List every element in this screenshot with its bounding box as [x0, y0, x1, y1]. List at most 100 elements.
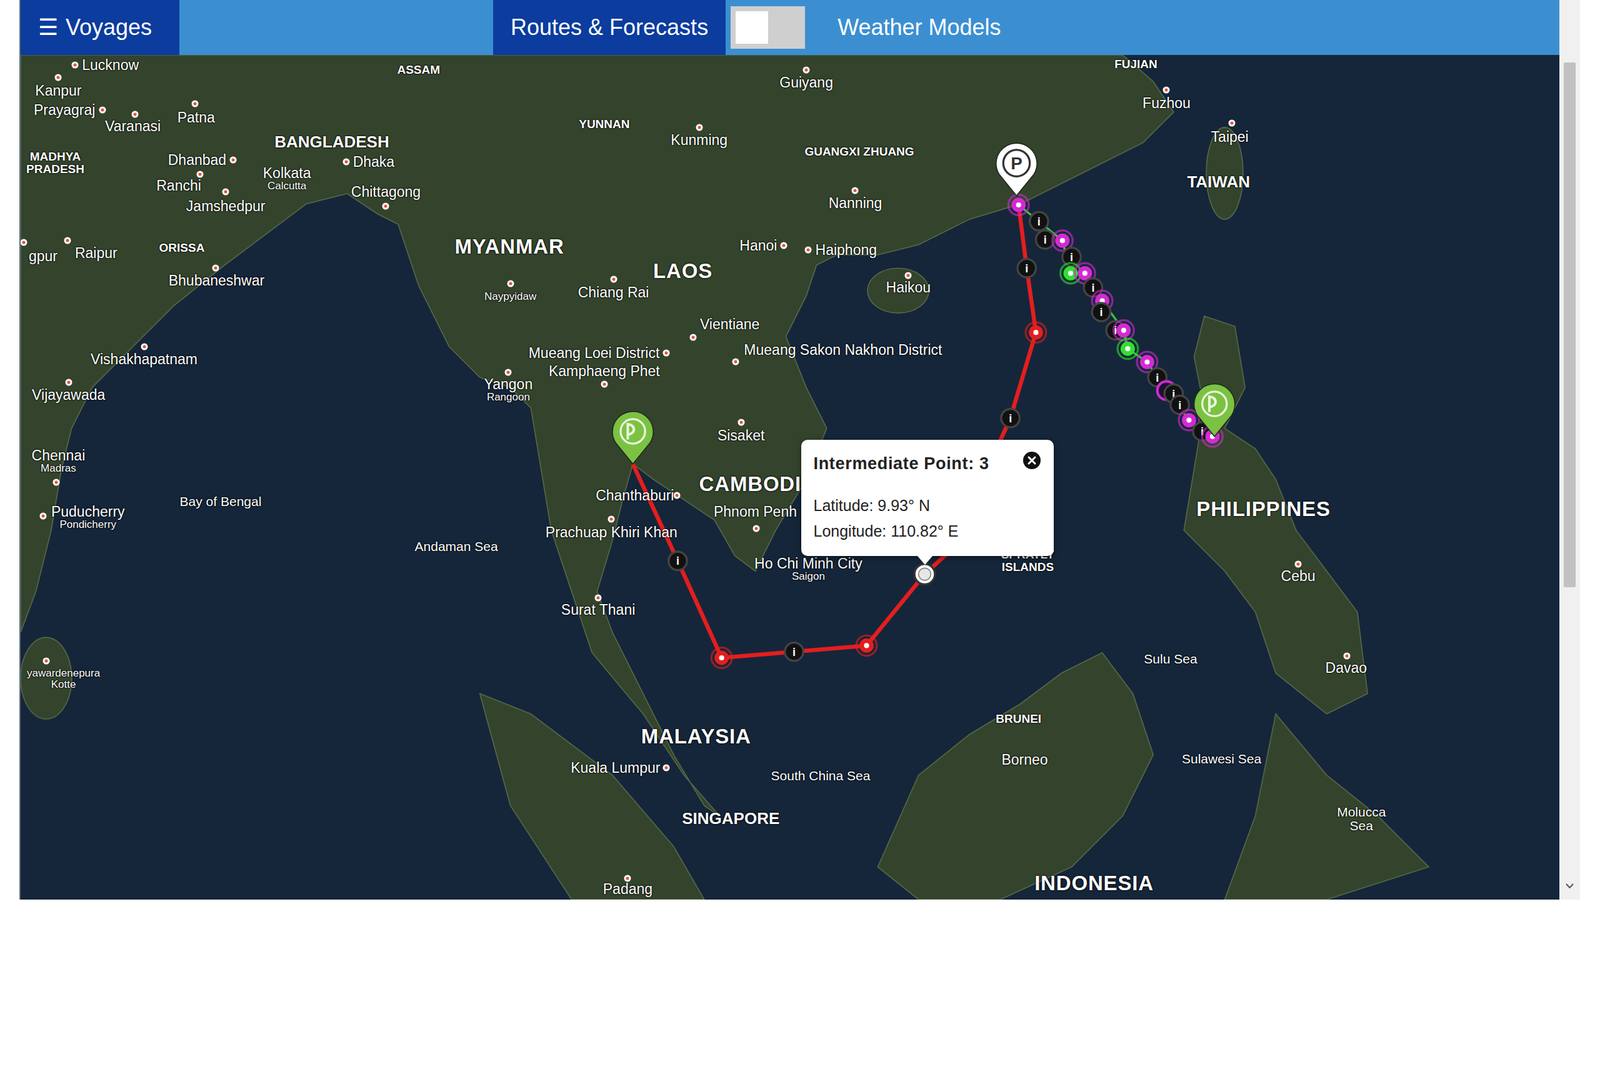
map-label: Sulu Sea — [1143, 651, 1197, 666]
city-dot — [39, 512, 47, 520]
map-label: CAMBODI — [699, 473, 802, 496]
city-dot — [600, 381, 608, 389]
city-dot — [595, 594, 602, 602]
map-label: Raipur — [75, 245, 118, 261]
city-dot — [229, 156, 237, 164]
city-dot — [211, 265, 219, 272]
map-label: ORISSA — [159, 241, 205, 255]
forecast-marker[interactable] — [1117, 338, 1139, 360]
svg-text:P: P — [1010, 153, 1023, 174]
map-label: KolkataCalcutta — [263, 165, 312, 192]
close-icon[interactable] — [1022, 451, 1042, 470]
map-label: SINGAPORE — [681, 810, 780, 828]
city-dot — [805, 246, 812, 254]
map-label: INDONESIA — [1034, 872, 1154, 895]
waypoint-marker[interactable] — [711, 648, 732, 669]
map-label: Chiang Rai — [578, 285, 650, 300]
map-label: ChennaiMadras — [31, 448, 86, 475]
city-dot — [610, 276, 617, 284]
voyages-menu-button[interactable]: ☰Voyages — [20, 0, 180, 55]
map-label: Vishakhapatnam — [90, 351, 198, 367]
city-dot — [663, 349, 670, 357]
selected-point[interactable] — [914, 564, 935, 585]
city-dot — [1343, 652, 1351, 660]
city-dot — [732, 358, 740, 366]
forecast-route-line[interactable] — [1018, 205, 1213, 437]
info-marker[interactable]: i — [1083, 278, 1102, 297]
map-label: Ho Chi Minh CitySaigon — [754, 556, 863, 583]
info-marker[interactable]: i — [1017, 259, 1036, 278]
svg-text:i: i — [792, 646, 796, 659]
forecast-marker[interactable] — [1113, 320, 1135, 342]
waypoint-marker[interactable] — [1025, 322, 1047, 344]
map-label: Dhaka — [353, 154, 395, 170]
svg-text:i: i — [676, 555, 680, 568]
scroll-down-icon[interactable] — [1559, 877, 1580, 897]
map-label: Naypyidaw — [484, 291, 537, 303]
map-label: PHILIPPINES — [1196, 498, 1330, 520]
nav-tab[interactable]: Routes & Forecasts — [493, 0, 726, 55]
info-marker[interactable]: i — [668, 551, 687, 570]
nav-tab[interactable]: Weather Models — [820, 0, 1019, 55]
map-label: ASSAM — [396, 64, 440, 77]
city-dot — [1228, 120, 1235, 127]
land-areas — [20, 55, 1429, 900]
popup-line: Longitude: 110.82° E — [813, 520, 1042, 544]
map-label: South China Sea — [771, 769, 871, 784]
map-label: Chittagong — [351, 184, 421, 200]
port-pin[interactable]: P — [996, 143, 1037, 196]
map-label: Andaman Sea — [415, 540, 499, 554]
city-dot — [140, 343, 148, 350]
menu-icon: ☰ — [38, 10, 59, 45]
map-label: Ranchi — [156, 178, 202, 194]
app: ☰Voyages Routes & Forecasts Weather Models… — [20, 0, 1560, 900]
info-marker[interactable]: i — [1030, 211, 1049, 230]
forecast-marker[interactable] — [1008, 195, 1029, 216]
map-label: Borneo — [1001, 752, 1048, 768]
map-label: Vientiane — [700, 316, 760, 332]
map-label: Kunming — [670, 131, 728, 147]
map-label: Bhubaneshwar — [168, 273, 265, 289]
city-dot — [663, 765, 670, 772]
waypoint-marker[interactable] — [856, 635, 877, 657]
svg-text:i: i — [1099, 306, 1103, 319]
city-dot — [803, 66, 810, 74]
city-dot — [737, 418, 745, 426]
arrival-pin[interactable] — [1194, 384, 1235, 437]
map-label: Davao — [1325, 660, 1367, 676]
city-dot — [695, 123, 703, 131]
map-label: YUNNAN — [578, 118, 630, 131]
info-marker[interactable]: i — [1091, 303, 1110, 322]
map-label: Prachuap Khiri Khan — [545, 525, 678, 540]
city-dot — [42, 657, 50, 665]
map-label: Hanoi — [739, 238, 777, 254]
map-label: Mueang Loei District — [528, 345, 660, 361]
map[interactable]: iiiiiiiiiiiiiiPLucknowKanpurPrayagrajVar… — [20, 55, 1560, 900]
map-label: PuducherryPondicherry — [51, 504, 125, 531]
top-bar: ☰Voyages Routes & Forecasts Weather Models — [20, 0, 1560, 55]
city-dot — [624, 875, 632, 882]
svg-text:i: i — [1025, 262, 1029, 275]
city-dot — [780, 242, 788, 250]
map-label: Haiphong — [815, 242, 877, 258]
svg-text:i: i — [1155, 371, 1159, 385]
info-marker[interactable]: i — [1001, 409, 1020, 428]
map-label: Fuzhou — [1142, 95, 1191, 111]
planned-route-line[interactable] — [633, 205, 1037, 659]
map-label: YangonRangoon — [484, 376, 534, 404]
map-label: Prayagraj — [33, 102, 95, 118]
city-dot — [382, 202, 390, 210]
scrollbar-thumb[interactable] — [1563, 62, 1576, 588]
scrollbar[interactable] — [1559, 0, 1580, 900]
view-toggle[interactable] — [730, 6, 805, 49]
info-marker[interactable]: i — [785, 643, 804, 662]
map-label: Guiyang — [779, 75, 834, 90]
map-label: LAOS — [653, 260, 713, 283]
port-swirl-icon — [1202, 391, 1227, 417]
map-label: MADHYAPRADESH — [26, 150, 85, 176]
departure-pin[interactable] — [612, 411, 654, 465]
map-label: Sisaket — [717, 428, 765, 444]
city-dot — [342, 158, 350, 166]
city-dot — [222, 188, 230, 195]
port-swirl-icon — [620, 419, 645, 444]
